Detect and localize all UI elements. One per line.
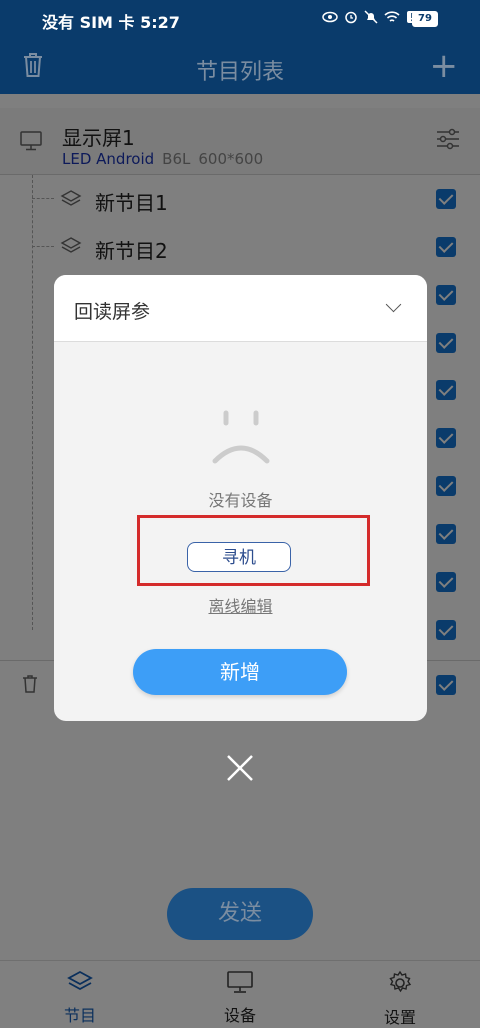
sad-face-icon — [212, 407, 270, 469]
checkbox[interactable] — [436, 380, 456, 400]
alarm-icon — [345, 11, 357, 24]
tab-devices[interactable]: 设备 — [200, 970, 280, 1026]
monitor-icon — [227, 971, 253, 993]
checkbox[interactable] — [436, 428, 456, 448]
gear-icon — [389, 970, 412, 993]
mute-bell-icon — [364, 10, 378, 24]
tab-label: 设置 — [383, 1008, 416, 1027]
tab-label: 节目 — [63, 1006, 96, 1025]
checkbox[interactable] — [436, 285, 456, 305]
add-icon[interactable]: + — [430, 49, 459, 83]
screen-name: 显示屏1 — [62, 126, 135, 150]
checkbox[interactable] — [436, 620, 456, 640]
tab-label: 设备 — [223, 1006, 256, 1025]
checkbox[interactable] — [436, 524, 456, 544]
battery-indicator: 79 — [412, 11, 438, 27]
checkbox[interactable] — [436, 333, 456, 353]
readback-dialog: 回读屏参 没有设备 寻机 离线编辑 新增 — [54, 275, 427, 721]
tree-branch — [32, 198, 54, 199]
dialog-title: 回读屏参 — [74, 301, 151, 323]
add-button[interactable]: 新增 — [133, 649, 347, 695]
layers-icon — [60, 236, 82, 260]
trash-icon[interactable] — [22, 674, 38, 698]
screen-resolution: 600*600 — [198, 150, 264, 168]
wifi-icon — [384, 10, 400, 22]
close-icon[interactable] — [224, 752, 256, 784]
program-item-2[interactable]: 新节目2 — [95, 235, 168, 264]
screen-type: LED Android — [62, 150, 155, 168]
screen-model: B6L — [162, 150, 191, 168]
screen-meta: LED Android B6L 600*600 — [62, 150, 263, 168]
tree-line — [32, 175, 33, 630]
search-device-button[interactable]: 寻机 — [187, 542, 291, 572]
tab-settings[interactable]: 设置 — [360, 970, 440, 1028]
layers-icon — [60, 189, 82, 213]
send-button[interactable]: 发送 — [167, 888, 313, 940]
checkbox[interactable] — [436, 476, 456, 496]
no-device-text: 没有设备 — [208, 491, 273, 510]
tab-programs[interactable]: 节目 — [40, 970, 120, 1026]
checkbox[interactable] — [436, 572, 456, 592]
status-carrier-time: 没有 SIM 卡 5:27 — [42, 13, 180, 32]
checkbox[interactable] — [436, 189, 456, 209]
status-icons — [322, 10, 418, 24]
tree-branch — [32, 246, 54, 247]
checkbox[interactable] — [436, 237, 456, 257]
settings-sliders-icon[interactable] — [436, 128, 460, 154]
page-title: 节目列表 — [195, 60, 284, 85]
monitor-icon — [20, 131, 42, 155]
program-item-1[interactable]: 新节目1 — [95, 187, 168, 216]
layers-icon — [67, 970, 93, 991]
eye-icon — [322, 11, 338, 23]
offline-edit-link[interactable]: 离线编辑 — [54, 593, 427, 617]
